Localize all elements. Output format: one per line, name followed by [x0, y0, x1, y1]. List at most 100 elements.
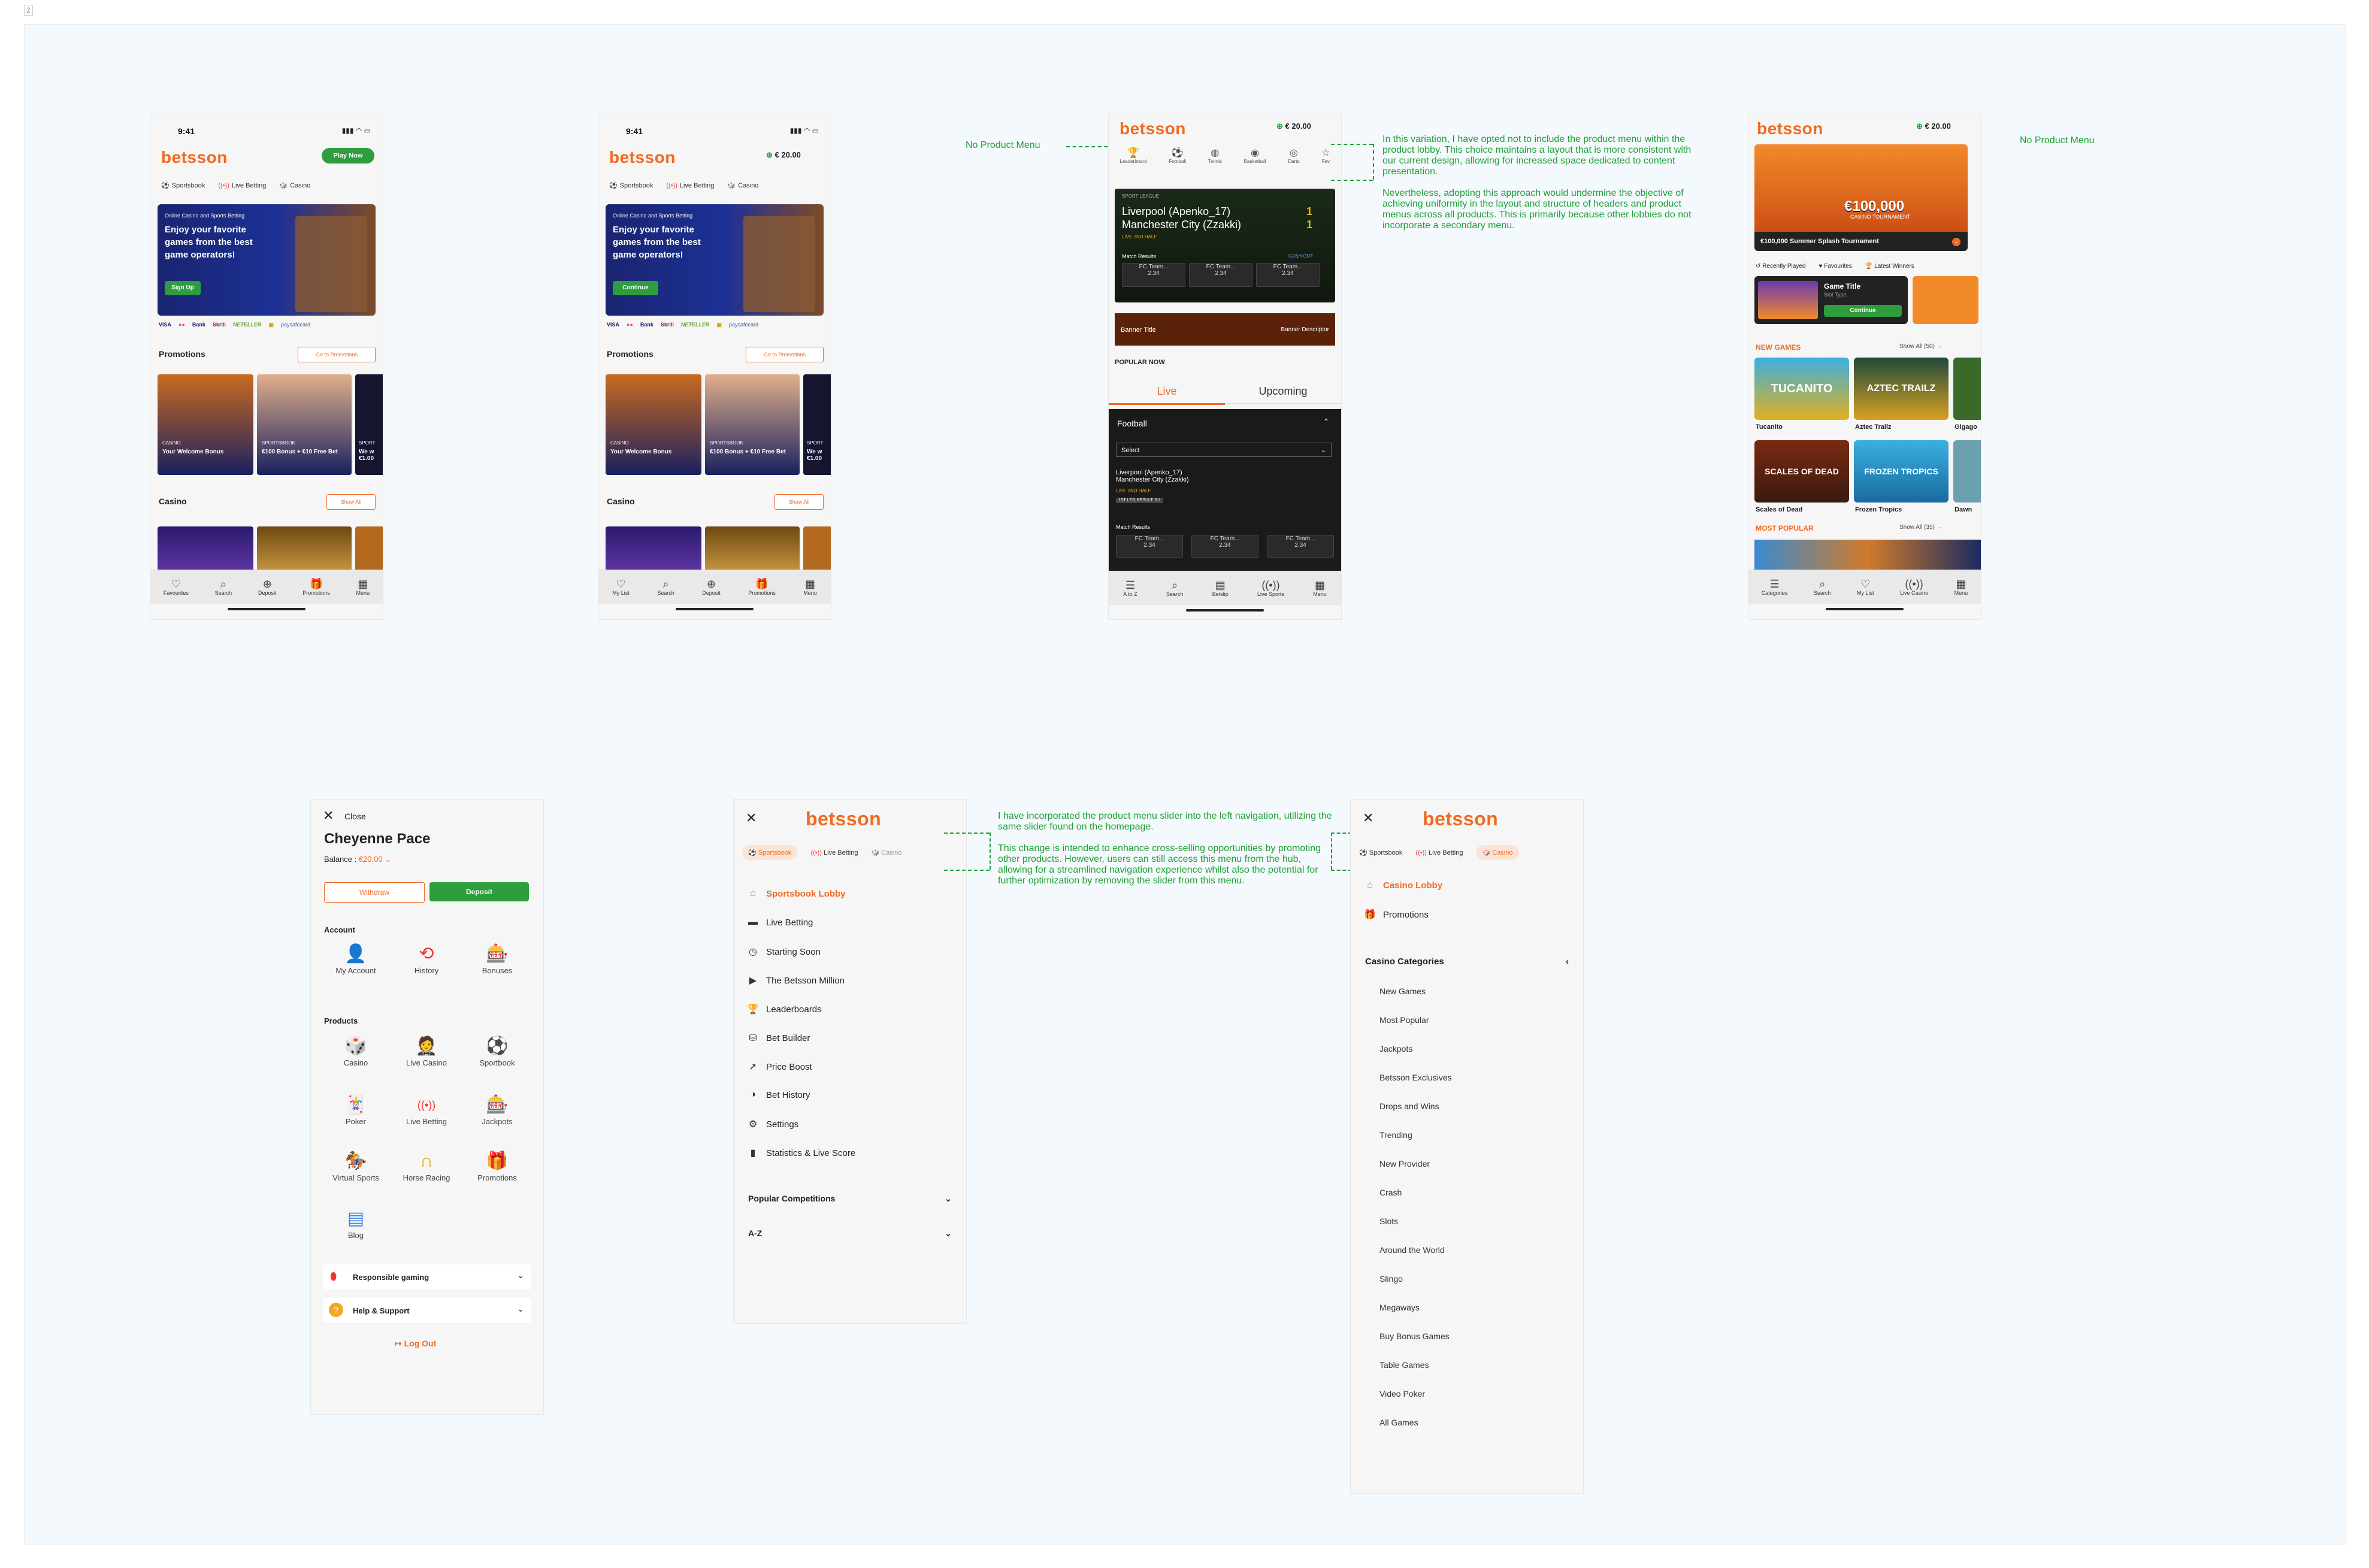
category-item[interactable]: Betsson Exclusives [1379, 1073, 1452, 1082]
nav-promotions[interactable]: 🎁 Promotions [302, 578, 330, 596]
category-item[interactable]: Slots [1379, 1216, 1398, 1226]
product-item[interactable]: ▤ Blog [323, 1207, 389, 1240]
game-tile-scales-of-dead[interactable]: SCALES OF DEAD [1754, 440, 1849, 503]
close-icon[interactable]: ✕ [323, 808, 334, 824]
tab-live-betting[interactable]: ((•)) Live Betting [218, 182, 266, 189]
product-item[interactable]: 🤵 Live Casino [394, 1034, 459, 1067]
menu-statistics[interactable]: ▮ Statistics & Live Score [747, 1147, 856, 1159]
tab-upcoming[interactable]: Upcoming [1225, 379, 1341, 404]
betsson-logo[interactable]: betsson [806, 808, 881, 830]
tab-casino[interactable]: 🎲 Casino [727, 181, 758, 189]
game-tile[interactable] [1953, 440, 1981, 503]
tab-sportsbook[interactable]: ⚽ Sportsbook [161, 181, 205, 189]
continue-button[interactable]: Continue [613, 281, 658, 295]
product-item[interactable]: 🎲 Casino [323, 1034, 389, 1067]
nav-menu[interactable]: ▦ Menu [803, 578, 817, 596]
game-tile[interactable] [1953, 358, 1981, 420]
menu-leaderboards[interactable]: 🏆 Leaderboards [747, 1003, 822, 1015]
category-item[interactable]: All Games [1379, 1418, 1418, 1427]
category-item[interactable]: Video Poker [1379, 1389, 1425, 1399]
game-tile-frozen-tropics[interactable]: FROZEN TROPICS [1854, 440, 1949, 503]
chevron-up-icon[interactable]: ⌃ [1323, 417, 1329, 426]
odd-button[interactable]: FC Team... 2.34 [1256, 263, 1320, 287]
account-item[interactable]: 🎰 Bonuses [464, 942, 530, 975]
tab-basketball[interactable]: ◉ Basketball [1244, 147, 1266, 164]
help-support-row[interactable]: ? Help & Support ⌄ [323, 1298, 531, 1323]
tab-sportsbook[interactable]: ⚽ Sportsbook [742, 845, 798, 860]
nav-search[interactable]: ⌕ Search [657, 578, 674, 596]
close-icon[interactable]: ✕ [746, 810, 757, 826]
category-item[interactable]: Buy Bonus Games [1379, 1331, 1450, 1341]
category-item[interactable]: Jackpots [1379, 1044, 1412, 1054]
promo-card[interactable]: SPORT We w €1.00 [803, 374, 831, 475]
betsson-logo[interactable]: betsson [609, 148, 676, 167]
go-to-promotions-button[interactable]: Go to Promotions [298, 347, 376, 362]
tab-tennis[interactable]: ◍ Tennis [1208, 147, 1222, 164]
menu-sportsbook-lobby[interactable]: ⌂ Sportsbook Lobby [747, 888, 845, 899]
menu-settings[interactable]: ⚙ Settings [747, 1118, 798, 1130]
banner[interactable]: Banner Title Banner Descriptor [1115, 313, 1335, 346]
betsson-logo[interactable]: betsson [1757, 119, 1823, 138]
product-item[interactable]: 🎁 Promotions [464, 1149, 530, 1182]
show-all-button[interactable]: Show All [326, 494, 376, 510]
betsson-logo[interactable]: betsson [1120, 119, 1186, 138]
tab-football[interactable]: ⚽ Football [1169, 147, 1186, 164]
nav-favourites[interactable]: ♡ Favourites [164, 578, 189, 596]
tab-leaderboard[interactable]: 🏆 Leaderboard [1120, 147, 1146, 164]
close-icon[interactable]: ✕ [1363, 810, 1373, 826]
tab-sportsbook[interactable]: ⚽ Sportsbook [609, 181, 653, 189]
odd-button[interactable]: FC Team... 2.34 [1122, 263, 1185, 287]
category-item[interactable]: Most Popular [1379, 1015, 1429, 1025]
category-item[interactable]: Slingo [1379, 1274, 1403, 1284]
go-to-promotions-button[interactable]: Go to Promotions [746, 347, 824, 362]
nav-a-to-z[interactable]: ☰ A to Z [1123, 579, 1137, 597]
nav-promotions[interactable]: 🎁 Promotions [748, 578, 776, 596]
promo-card[interactable]: CASINO Your Welcome Bonus [606, 374, 701, 475]
category-item[interactable]: New Games [1379, 986, 1426, 996]
logout-button[interactable]: ↦ Log Out [395, 1339, 436, 1349]
nav-betslip[interactable]: ▤ Betslip [1212, 579, 1229, 597]
select-dropdown[interactable]: Select ⌄ [1116, 443, 1332, 457]
menu-bet-history[interactable]: ◑ Bet History [747, 1089, 810, 1100]
nav-live-sports[interactable]: ((•)) Live Sports [1257, 579, 1284, 597]
tab-live[interactable]: Live [1109, 379, 1225, 405]
sign-up-button[interactable]: Sign Up [165, 281, 201, 295]
tab-favourites[interactable]: ♥ Favourites [1819, 263, 1851, 270]
nav-deposit[interactable]: ⊕ Deposit [258, 578, 277, 596]
tab-fav[interactable]: ☆ Fav [1321, 147, 1330, 164]
show-all-button[interactable]: Show All [774, 494, 824, 510]
tournament-banner[interactable]: €100,000 CASINO TOURNAMENT €100,000 Summ… [1754, 144, 1968, 251]
category-item[interactable]: Trending [1379, 1130, 1412, 1140]
popular-competitions-accordion[interactable]: Popular Competitions ⌄ [748, 1194, 952, 1204]
product-item[interactable]: 🃏 Poker [323, 1093, 389, 1126]
nav-my-list[interactable]: ♡ My List [1857, 578, 1874, 596]
tab-casino[interactable]: 🎲 Casino [871, 849, 901, 856]
product-item[interactable]: ⚽ Sportbook [464, 1034, 530, 1067]
odd-button[interactable]: FC Team... 2.34 [1116, 535, 1183, 558]
play-now-button[interactable]: Play Now [322, 148, 374, 164]
menu-casino-lobby[interactable]: ⌂ Casino Lobby [1364, 880, 1442, 891]
mini-match[interactable]: Liverpool (Apenko_17) Manchester City (Z… [1116, 469, 1189, 483]
tab-live-betting[interactable]: ((•)) Live Betting [1415, 849, 1463, 856]
account-item[interactable]: 👤 My Account [323, 942, 389, 975]
tab-darts[interactable]: ◎ Darts [1288, 147, 1299, 164]
promo-card[interactable]: CASINO Your Welcome Bonus [158, 374, 253, 475]
menu-live-betting[interactable]: ▬ Live Betting [747, 917, 813, 928]
odd-button[interactable]: FC Team... 2.34 [1191, 535, 1258, 558]
nav-menu[interactable]: ▦ Menu [356, 578, 370, 596]
menu-betsson-million[interactable]: ▶ The Betsson Million [747, 974, 845, 986]
promo-card[interactable]: SPORTSBOOK €100 Bonus + €10 Free Bet [257, 374, 352, 475]
category-item[interactable]: Around the World [1379, 1245, 1445, 1255]
balance[interactable]: ⊕ € 20.00 [1916, 122, 1951, 131]
sport-accordion[interactable]: Football [1117, 419, 1147, 428]
withdraw-button[interactable]: Withdraw [324, 882, 425, 903]
close-label[interactable]: Close [344, 812, 366, 821]
hero-banner[interactable]: Online Casino and Sports Betting Enjoy y… [606, 204, 824, 316]
az-accordion[interactable]: A-Z ⌄ [748, 1228, 952, 1239]
tab-latest-winners[interactable]: 🏆 Latest Winners [1865, 263, 1914, 270]
menu-promotions[interactable]: 🎁 Promotions [1364, 909, 1429, 921]
balance[interactable]: ⊕ € 20.00 [766, 150, 801, 160]
menu-starting-soon[interactable]: ◷ Starting Soon [747, 946, 821, 958]
popular-games-row[interactable] [1754, 540, 1981, 570]
tab-live-betting[interactable]: ((•)) Live Betting [810, 849, 858, 856]
